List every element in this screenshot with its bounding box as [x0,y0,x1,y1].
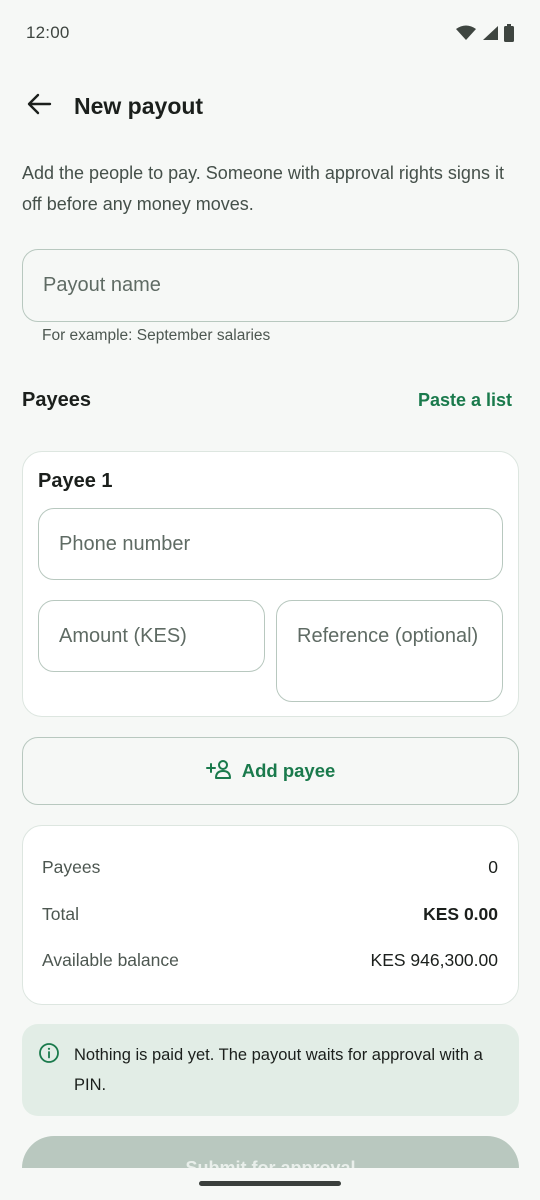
notice-text: Nothing is paid yet. The payout waits fo… [74,1046,483,1094]
phone-number-placeholder: Phone number [59,532,191,555]
summary-label: Available balance [42,950,179,970]
signal-icon [482,25,498,41]
payout-name-input[interactable]: Payout name [22,249,519,322]
status-icons [456,24,514,42]
person-add-icon [205,759,232,784]
status-bar: 12:00 [0,0,540,66]
payout-name-helper: For example: September salaries [42,327,271,344]
summary-row-balance: Available balance KES 946,300.00 [42,950,498,971]
paste-list-link[interactable]: Paste a list [418,390,512,411]
payees-title: Payees [22,388,91,411]
gesture-handle[interactable] [199,1181,341,1186]
app-bar: New payout [0,76,540,136]
intro-text: Add the people to pay. Someone with appr… [22,163,504,214]
info-icon [38,1042,60,1069]
summary-row-payees: Payees 0 [42,857,498,878]
add-payee-label: Add payee [241,760,336,781]
summary-value: KES 946,300.00 [370,950,498,970]
add-payee-button[interactable]: Add payee [22,737,519,805]
summary-value: KES 0.00 [423,904,498,924]
phone-number-input[interactable]: Phone number [38,508,503,580]
amount-placeholder: Amount (KES) [59,624,187,647]
battery-icon [504,24,514,42]
payout-name-placeholder: Payout name [43,274,161,296]
summary-value: 0 [488,857,498,877]
back-button[interactable] [22,89,56,123]
summary-row-total: Total KES 0.00 [42,904,498,925]
summary-label: Payees [42,857,101,877]
payee-title: Payee 1 [38,470,113,492]
approval-notice: Nothing is paid yet. The payout waits fo… [22,1024,519,1116]
reference-input[interactable]: Reference (optional) [276,600,503,702]
summary-label: Total [42,904,79,924]
wifi-icon [456,25,476,41]
status-time: 12:00 [26,23,70,42]
arrow-left-icon [26,92,52,121]
amount-input[interactable]: Amount (KES) [38,600,265,672]
payees-section-header: Payees Paste a list [22,380,512,420]
reference-placeholder: Reference (optional) [297,625,479,647]
page-title: New payout [74,92,204,119]
